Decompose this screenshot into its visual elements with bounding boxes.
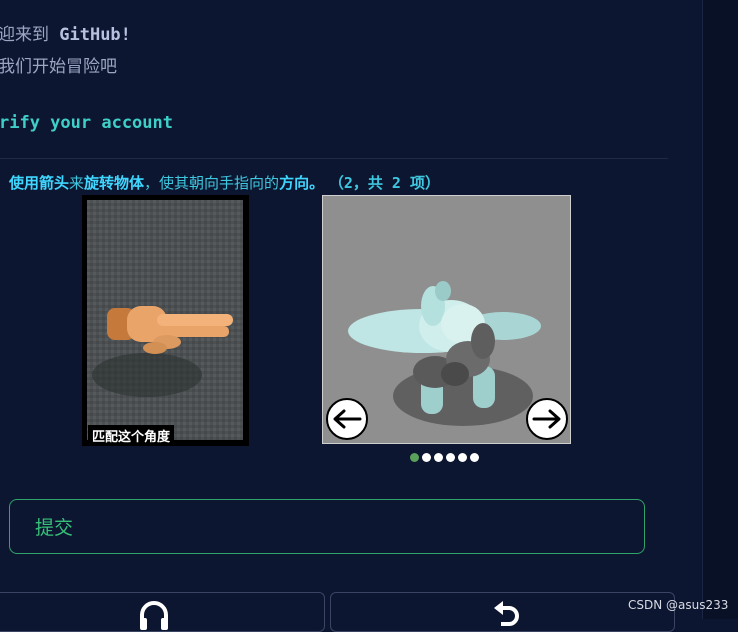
pointing-hand-icon — [87, 200, 243, 440]
audio-headset-icon — [140, 601, 168, 630]
watermark: CSDN @asus233 — [628, 598, 729, 612]
reference-image-frame: 匹配这个角度 — [82, 195, 249, 446]
step-dot[interactable] — [458, 453, 467, 462]
submit-button[interactable]: 提交 — [9, 499, 645, 554]
step-dot[interactable] — [434, 453, 443, 462]
adventure-subtitle: 我们开始冒险吧 — [0, 57, 117, 77]
welcome-heading: 迎来到 GitHub! — [0, 25, 131, 45]
reference-label: 匹配这个角度 — [88, 425, 175, 446]
divider — [0, 158, 668, 159]
rotate-left-button[interactable] — [326, 398, 368, 440]
restart-icon — [494, 601, 519, 626]
step-dot[interactable] — [446, 453, 455, 462]
puzzle-instruction: 使用箭头来旋转物体，使其朝向手指向的方向。 （2，共 2 项） — [9, 174, 440, 192]
step-dot[interactable] — [470, 453, 479, 462]
brand-name: GitHub! — [59, 25, 131, 45]
step-indicator — [410, 453, 479, 462]
arrow-left-icon — [333, 409, 362, 429]
right-side-panel — [702, 0, 738, 619]
audio-challenge-button[interactable] — [0, 592, 325, 632]
rotatable-object-viewer — [322, 195, 571, 444]
restart-button[interactable] — [330, 592, 675, 632]
arrow-right-icon — [532, 409, 561, 429]
rotate-right-button[interactable] — [526, 398, 568, 440]
step-dot[interactable] — [422, 453, 431, 462]
step-dot[interactable] — [410, 453, 419, 462]
verify-title: rify your account — [0, 113, 173, 133]
